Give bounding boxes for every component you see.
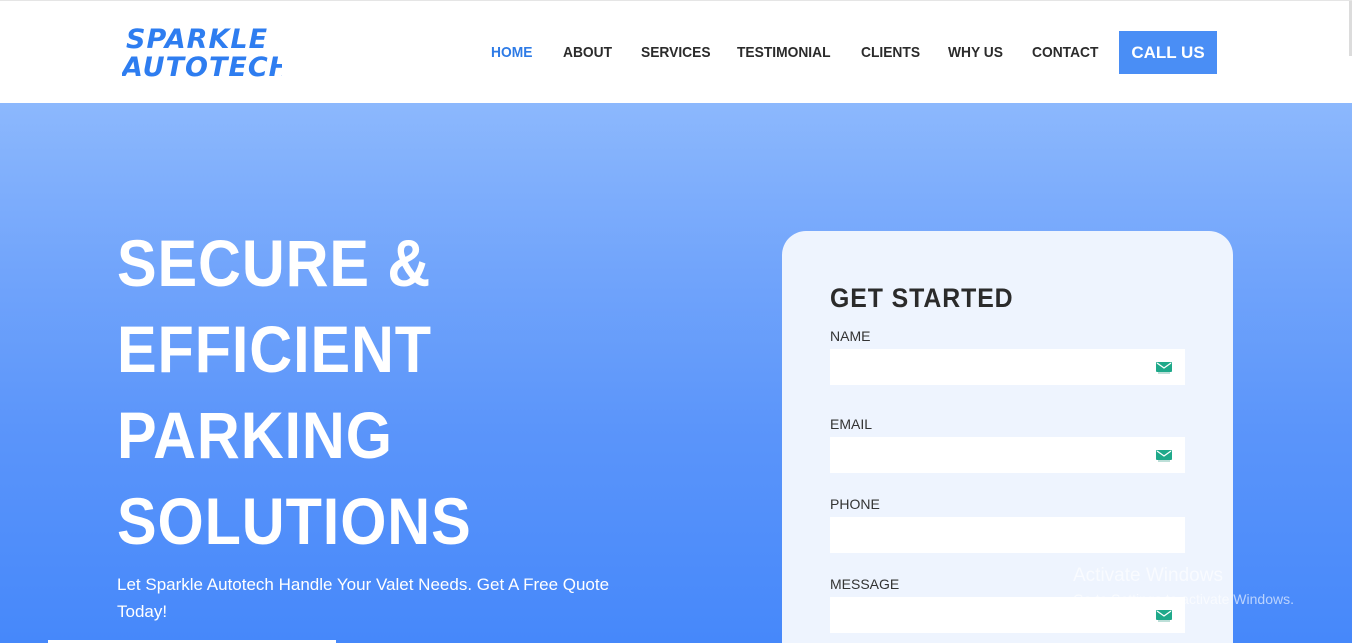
hero-title-line-1: SECURE & [117,226,432,300]
email-label: EMAIL [830,416,873,432]
hero-title-line-4: SOLUTIONS [117,484,472,558]
call-us-button[interactable]: CALL US [1119,31,1217,74]
name-label: NAME [830,328,871,344]
hero-title-line-2: EFFICIENT [117,312,432,386]
name-field[interactable] [830,349,1185,385]
hero-title: SECURE & EFFICIENT PARKING SOLUTIONS [117,220,677,564]
hero-subtitle: Let Sparkle Autotech Handle Your Valet N… [117,575,610,621]
hero-title-line-3: PARKING [117,398,393,472]
form-title: GET STARTED [830,283,1014,313]
nav-home[interactable]: HOME [491,44,532,61]
message-field[interactable] [830,597,1185,633]
mail-icon [1156,610,1172,622]
mail-icon [1156,362,1172,374]
nav-services[interactable]: SERVICES [641,44,711,61]
nav-clients[interactable]: CLIENTS [861,44,920,61]
site-header: SPARKLE AUTOTECH HOME ABOUT SERVICES TES… [0,0,1352,103]
email-field[interactable] [830,437,1185,473]
message-label: MESSAGE [830,576,900,592]
get-started-form: GET STARTED NAME EMAIL PHONE MESSAGE [782,231,1233,643]
nav-about[interactable]: ABOUT [563,44,612,61]
nav-contact[interactable]: CONTACT [1032,44,1098,61]
phone-field[interactable] [830,517,1185,553]
hero-section: SECURE & EFFICIENT PARKING SOLUTIONS Let… [0,103,1352,643]
nav-testimonial[interactable]: TESTIMONIAL [737,44,831,61]
nav-why-us[interactable]: WHY US [948,44,1003,61]
mail-icon [1156,450,1172,462]
phone-label: PHONE [830,496,880,512]
